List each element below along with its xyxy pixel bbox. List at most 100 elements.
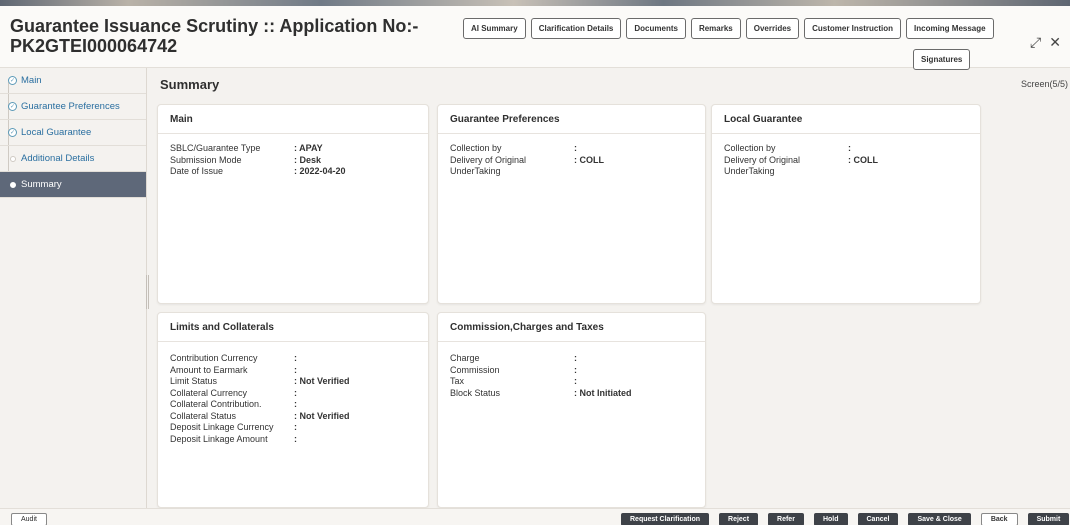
step-dot-icon: [9, 181, 16, 188]
customer-instruction-button[interactable]: Customer Instruction: [804, 18, 902, 39]
field-row: Charge:: [450, 353, 693, 365]
restore-icon[interactable]: ⤢: [1030, 34, 1041, 51]
field-label: Collection by: [450, 143, 502, 153]
field-value: : Not Initiated: [574, 387, 632, 398]
field-row: Date of Issue: 2022-04-20: [170, 166, 416, 178]
field-row: Deposit Linkage Currency:: [170, 422, 416, 434]
field-value: :: [574, 353, 577, 363]
documents-button[interactable]: Documents: [626, 18, 686, 39]
card-main[interactable]: Main SBLC/Guarantee Type : APAY Submissio…: [157, 104, 429, 304]
sidebar-item-label: Main: [21, 75, 42, 86]
window-controls: ⤢ ✕: [1030, 34, 1061, 51]
field-label: SBLC/Guarantee Type: [170, 143, 261, 153]
audit-button[interactable]: Audit: [11, 513, 47, 525]
overrides-button[interactable]: Overrides: [745, 18, 800, 39]
field-value: :: [294, 433, 297, 444]
field-value: : COLL: [848, 154, 878, 165]
field-value: :: [294, 387, 297, 398]
request-clarification-button[interactable]: Request Clarification: [621, 513, 710, 525]
cancel-button[interactable]: Cancel: [857, 513, 899, 525]
field-value: :: [574, 376, 577, 386]
card-title: Commission,Charges and Taxes: [438, 313, 705, 342]
field-label: UnderTaking: [450, 166, 501, 176]
field-row: Collection by:: [450, 143, 693, 155]
remarks-button[interactable]: Remarks: [690, 18, 741, 39]
sidebar-item-local-guarantee[interactable]: ✓ Local Guarantee: [0, 120, 146, 146]
card-body: Charge: Commission: Tax: Block Status: N…: [438, 342, 705, 399]
main-content: Summary Screen(5/5) Main SBLC/Guarantee …: [149, 68, 1070, 508]
submit-button[interactable]: Submit: [1027, 513, 1070, 525]
page-title-line1: Guarantee Issuance Scrutiny :: Applicati…: [10, 16, 419, 36]
signatures-button[interactable]: Signatures: [913, 49, 971, 70]
sidebar-item-label: Guarantee Preferences: [21, 101, 120, 112]
check-circle-icon: ✓: [8, 102, 17, 111]
step-dot-icon: [9, 155, 16, 162]
field-label: UnderTaking: [724, 166, 775, 176]
ai-summary-button[interactable]: AI Summary: [463, 18, 526, 39]
field-row: UnderTaking: [450, 166, 693, 178]
sidebar-item-main[interactable]: ✓ Main: [0, 68, 146, 94]
card-guarantee-preferences[interactable]: Guarantee Preferences Collection by: Del…: [437, 104, 706, 304]
field-row: Collateral Status : Not Verified: [170, 411, 416, 423]
sidebar-item-guarantee-preferences[interactable]: ✓ Guarantee Preferences: [0, 94, 146, 120]
back-button[interactable]: Back: [980, 513, 1018, 525]
field-value: :: [574, 143, 577, 153]
card-limits-collaterals[interactable]: Limits and Collaterals Contribution Curr…: [157, 312, 429, 508]
card-title: Main: [158, 105, 428, 134]
field-row: Amount to Earmark:: [170, 365, 416, 377]
reject-button[interactable]: Reject: [719, 513, 759, 525]
incoming-message-button[interactable]: Incoming Message: [906, 18, 994, 39]
check-circle-icon: ✓: [8, 76, 17, 85]
field-row: Collection by:: [724, 143, 968, 155]
close-icon[interactable]: ✕: [1049, 34, 1061, 51]
check-circle-icon: ✓: [8, 128, 17, 137]
header: Guarantee Issuance Scrutiny :: Applicati…: [0, 6, 1070, 70]
sidebar-item-summary[interactable]: Summary: [0, 172, 146, 198]
footer-actions: Request Clarification Reject Refer Hold …: [621, 513, 1070, 525]
field-row: Block Status : Not Initiated: [450, 388, 693, 400]
field-value: :: [294, 353, 297, 363]
card-title: Local Guarantee: [712, 105, 980, 134]
field-value: : APAY: [294, 143, 323, 153]
field-row: UnderTaking: [724, 166, 968, 178]
field-label: Delivery of Original: [724, 154, 801, 165]
field-row: Deposit Linkage Amount:: [170, 434, 416, 446]
card-body: SBLC/Guarantee Type : APAY Submission Mod…: [158, 134, 428, 178]
field-value: :: [294, 399, 297, 409]
sidebar: ✓ Main ✓ Guarantee Preferences ✓ Local G…: [0, 68, 147, 525]
field-label: Collection by: [724, 143, 776, 153]
field-row: Delivery of Original : COLL: [724, 155, 968, 167]
sidebar-item-label: Additional Details: [21, 153, 95, 164]
field-label: Collateral Currency: [170, 387, 248, 398]
section-title: Summary: [160, 77, 220, 92]
field-row: Submission Mode : Desk: [170, 155, 416, 167]
sidebar-item-additional-details[interactable]: Additional Details: [0, 146, 146, 172]
application-number: PK2GTEI000064742: [10, 36, 178, 56]
field-value: : COLL: [574, 154, 604, 165]
field-value: :: [294, 364, 297, 375]
field-value: :: [848, 143, 851, 153]
save-close-button[interactable]: Save & Close: [908, 513, 971, 525]
field-label: Date of Issue: [170, 166, 224, 176]
field-label: Collateral Status: [170, 410, 237, 421]
field-row: Collateral Currency:: [170, 388, 416, 400]
field-label: Amount to Earmark: [170, 364, 248, 375]
field-value: :: [294, 422, 297, 432]
clarification-details-button[interactable]: Clarification Details: [530, 18, 622, 39]
hold-button[interactable]: Hold: [813, 513, 848, 525]
field-label: Deposit Linkage Amount: [170, 433, 268, 444]
card-commission-charges-taxes[interactable]: Commission,Charges and Taxes Charge: Com…: [437, 312, 706, 508]
field-value: : Not Verified: [294, 376, 350, 386]
field-label: Contribution Currency: [170, 353, 258, 363]
field-label: Commission: [450, 364, 500, 375]
field-label: Submission Mode: [170, 154, 242, 165]
card-body: Collection by: Delivery of Original: COL…: [438, 134, 705, 178]
field-label: Block Status: [450, 387, 501, 398]
field-value: : Not Verified: [294, 410, 350, 421]
refer-button[interactable]: Refer: [768, 513, 804, 525]
field-value: : Desk: [294, 154, 322, 165]
field-row: Contribution Currency:: [170, 353, 416, 365]
field-label: Collateral Contribution.: [170, 399, 262, 409]
card-local-guarantee[interactable]: Local Guarantee Collection by: Delivery …: [711, 104, 981, 304]
field-row: Limit Status: Not Verified: [170, 376, 416, 388]
